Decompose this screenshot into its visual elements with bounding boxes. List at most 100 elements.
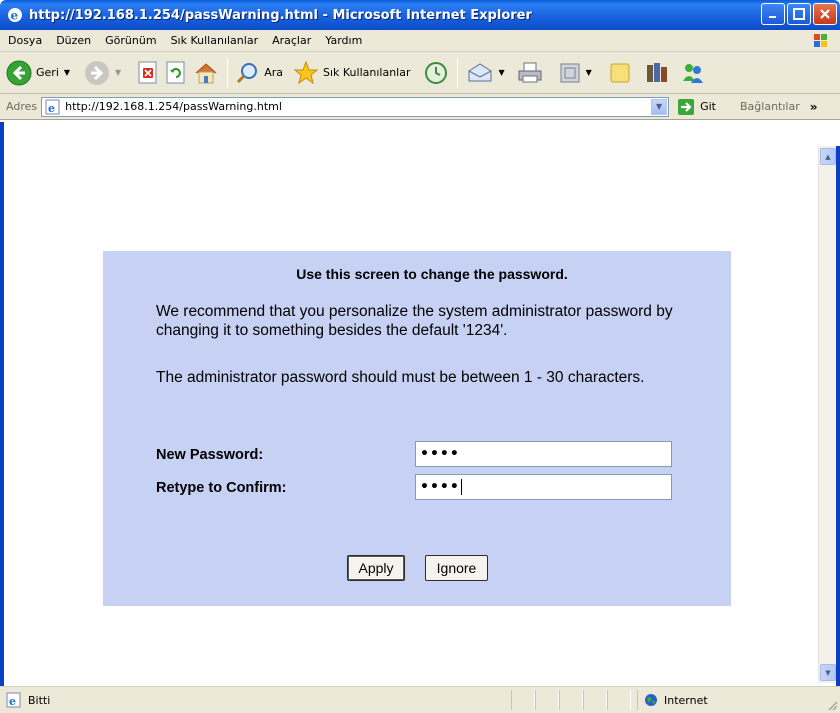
print-icon (518, 62, 542, 82)
status-bar: e Bitti Internet (0, 686, 840, 713)
edit-button[interactable]: ▼ (556, 55, 595, 91)
window-controls (761, 3, 837, 25)
home-button[interactable] (190, 55, 222, 91)
mail-icon (468, 62, 491, 81)
page-content: Use this screen to change the password. … (6, 122, 818, 683)
stop-button[interactable] (134, 55, 162, 91)
mail-button[interactable]: ▼ (463, 55, 508, 91)
refresh-button[interactable] (162, 55, 190, 91)
go-button[interactable]: Git (677, 98, 716, 116)
status-panel (511, 690, 535, 710)
menu-help[interactable]: Yardım (318, 34, 369, 47)
text-caret (460, 479, 462, 495)
back-arrow-icon (6, 60, 32, 85)
retype-password-value: •••• (420, 479, 460, 495)
address-bar: Adres e http://192.168.1.254/passWarning… (0, 94, 840, 120)
mail-dropdown-icon[interactable]: ▼ (499, 68, 505, 77)
edit-icon (560, 63, 580, 82)
close-icon (820, 9, 830, 19)
books-icon (646, 62, 667, 82)
messenger-icon (682, 63, 703, 83)
favorites-label: Sık Kullanılanlar (322, 66, 411, 79)
status-panel (559, 690, 583, 710)
links-chevron-icon[interactable]: » (810, 100, 818, 114)
new-password-label: New Password: (156, 447, 264, 463)
new-password-value: •••• (420, 446, 460, 462)
stop-icon (138, 61, 157, 83)
edit-dropdown-icon[interactable]: ▼ (586, 68, 592, 77)
menu-view[interactable]: Görünüm (98, 34, 163, 47)
retype-password-field[interactable]: •••• (415, 474, 672, 500)
vertical-scrollbar[interactable]: ▲ ▼ (818, 146, 836, 683)
window-frame-right (836, 146, 840, 686)
close-button[interactable] (813, 3, 837, 25)
search-label: Ara (264, 66, 283, 79)
discuss-button[interactable] (605, 55, 635, 91)
length-requirement-text: The administrator password should must b… (156, 369, 645, 386)
back-label: Geri (36, 66, 59, 79)
ignore-button[interactable]: Ignore (425, 555, 488, 581)
resize-grip-icon[interactable] (826, 699, 838, 711)
forward-arrow-icon (85, 60, 110, 85)
minimize-icon (769, 16, 776, 18)
go-label: Git (700, 100, 716, 113)
scroll-up-icon[interactable]: ▲ (820, 148, 836, 165)
security-zone[interactable]: Internet (637, 690, 812, 710)
password-panel: Use this screen to change the password. … (103, 251, 731, 606)
window-frame-left (0, 122, 4, 688)
forward-button[interactable]: ▼ (81, 55, 124, 91)
menu-favorites[interactable]: Sık Kullanılanlar (164, 34, 266, 47)
maximize-icon (793, 8, 805, 20)
research-button[interactable] (641, 55, 673, 91)
print-button[interactable] (514, 55, 546, 91)
star-icon (293, 60, 319, 84)
address-input[interactable]: e http://192.168.1.254/passWarning.html … (41, 96, 670, 117)
history-button[interactable] (420, 55, 452, 91)
zone-text: Internet (664, 693, 708, 707)
address-url: http://192.168.1.254/passWarning.html (65, 100, 282, 113)
status-message: e Bitti (6, 692, 511, 708)
ie-icon: e (8, 8, 22, 23)
status-panel (607, 690, 631, 710)
forward-dropdown-icon[interactable]: ▼ (115, 68, 121, 77)
menu-edit[interactable]: Düzen (49, 34, 98, 47)
back-button[interactable]: Geri ▼ (3, 55, 73, 91)
favorites-button[interactable]: Sık Kullanılanlar (290, 55, 414, 91)
svg-text:e: e (9, 695, 16, 708)
svg-text:e: e (48, 102, 55, 115)
messenger-button[interactable] (677, 55, 709, 91)
svg-text:e: e (11, 9, 19, 23)
toolbar: Geri ▼ ▼ Ara Sık Kullanılanlar ▼ ▼ (0, 52, 840, 94)
page-title: Use this screen to change the password. (296, 266, 568, 282)
refresh-icon (166, 61, 185, 83)
home-icon (195, 62, 217, 83)
menu-bar: Dosya Düzen Görünüm Sık Kullanılanlar Ar… (0, 30, 840, 52)
go-arrow-icon (678, 98, 695, 115)
address-label: Adres (6, 100, 38, 113)
menu-file[interactable]: Dosya (0, 34, 49, 47)
search-icon (237, 62, 258, 83)
search-button[interactable]: Ara (233, 55, 286, 91)
toolbar-separator (227, 57, 229, 88)
windows-logo-icon (814, 34, 827, 47)
apply-button[interactable]: Apply (347, 555, 405, 581)
title-bar[interactable]: e http://192.168.1.254/passWarning.html … (0, 0, 840, 30)
links-button[interactable]: Bağlantılar (740, 100, 800, 113)
globe-icon (645, 694, 657, 706)
minimize-button[interactable] (761, 3, 785, 25)
scroll-down-icon[interactable]: ▼ (820, 664, 836, 681)
maximize-button[interactable] (787, 3, 811, 25)
window-title: http://192.168.1.254/passWarning.html - … (29, 7, 532, 23)
retype-password-label: Retype to Confirm: (156, 480, 287, 496)
address-dropdown-icon[interactable]: ▼ (651, 98, 668, 115)
back-dropdown-icon[interactable]: ▼ (64, 68, 70, 77)
recommendation-text: We recommend that you personalize the sy… (156, 303, 673, 339)
new-password-field[interactable]: •••• (415, 441, 672, 467)
page-ie-icon: e (45, 99, 60, 115)
page-done-icon: e (6, 692, 21, 708)
history-icon (424, 61, 447, 84)
status-panel (535, 690, 559, 710)
menu-tools[interactable]: Araçlar (265, 34, 318, 47)
status-text: Bitti (28, 693, 51, 707)
status-panel (583, 690, 607, 710)
